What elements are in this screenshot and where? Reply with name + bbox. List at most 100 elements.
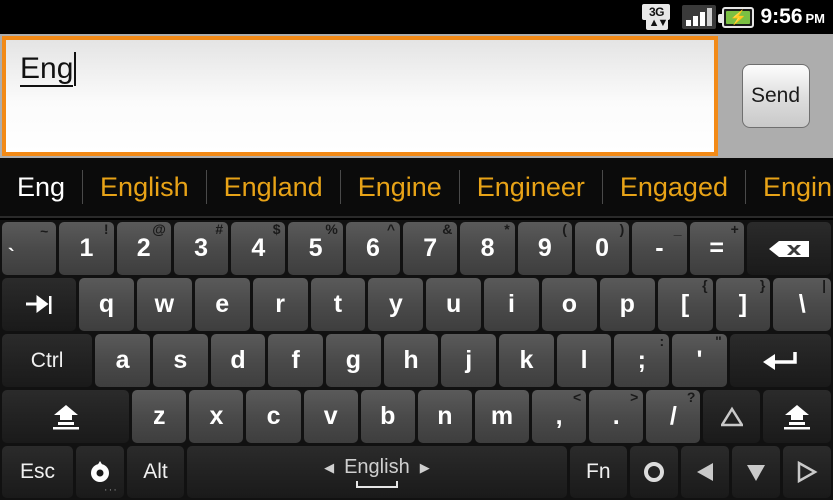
suggestion-item[interactable]: England — [207, 172, 340, 203]
key-bracket-right[interactable]: }] — [715, 277, 771, 331]
key-u[interactable]: u — [426, 278, 482, 331]
key-b[interactable]: b — [360, 390, 415, 443]
key-grave[interactable]: ~ ` — [2, 222, 57, 275]
key-arrow-up[interactable] — [703, 390, 761, 443]
key-8[interactable]: * 8 — [460, 222, 515, 275]
key-equals[interactable]: + = — [689, 222, 744, 275]
key-v[interactable]: v — [303, 390, 358, 443]
key-5-alt-label: % — [325, 221, 338, 237]
suggestion-item[interactable]: Engineer — [460, 172, 602, 203]
key-s[interactable]: s — [152, 334, 208, 387]
key-backslash[interactable]: | \ — [773, 278, 831, 331]
key-2[interactable]: @2 — [116, 222, 171, 275]
key-7[interactable]: & 7 — [403, 222, 458, 275]
key-slash-alt-label: ? — [686, 389, 696, 405]
key-l[interactable]: l — [556, 334, 612, 387]
key-0-alt-label: ) — [619, 221, 625, 237]
key-o-label: o — [561, 290, 577, 318]
key-m-label: m — [490, 402, 514, 430]
key-fn[interactable]: Fn — [569, 446, 627, 498]
key-0[interactable]: ) 0 — [574, 221, 630, 275]
key-9-alt-label: ( — [562, 221, 567, 237]
key-k[interactable]: k — [499, 334, 554, 387]
next-language-arrow-icon[interactable]: ▶ — [420, 460, 430, 476]
key-period[interactable]: >. — [589, 390, 644, 443]
key-e[interactable]: e — [194, 278, 250, 331]
key-arrow-right[interactable] — [782, 446, 832, 498]
key-i[interactable]: i — [484, 278, 539, 331]
key-r[interactable]: r — [252, 278, 308, 331]
key-n-label: n — [437, 402, 453, 430]
key-backspace[interactable] — [746, 222, 832, 275]
key-x[interactable]: x — [189, 390, 244, 443]
key-arrow-left[interactable] — [680, 446, 729, 498]
key-6[interactable]: ^ 6 — [345, 222, 401, 275]
key-enter[interactable] — [729, 334, 831, 387]
suggestion-item[interactable]: Engaged — [603, 172, 745, 203]
network-3g-icon: 3G ▲▼ — [642, 4, 676, 30]
key-4[interactable]: $4 — [231, 222, 286, 275]
key-h[interactable]: h — [383, 334, 439, 387]
suggestion-item[interactable]: Eng — [0, 172, 82, 203]
key-c[interactable]: c — [246, 390, 301, 443]
suggestion-item[interactable]: English — [83, 172, 206, 203]
key-5[interactable]: % 5 — [288, 221, 343, 275]
key-esc[interactable]: Esc — [2, 446, 73, 498]
key-p[interactable]: p — [599, 278, 655, 331]
key-slash[interactable]: ? / — [646, 389, 701, 443]
keyboard-row-qwerty: q w e r t y u i o p{[}] | \ — [2, 278, 831, 331]
prev-language-arrow-icon[interactable]: ◀ — [324, 460, 334, 476]
send-button[interactable]: Send — [741, 64, 810, 128]
key-space[interactable]: ◀ English ▶ — [187, 446, 567, 498]
key-o[interactable]: o — [541, 278, 597, 331]
key-tab[interactable] — [2, 278, 77, 331]
suggestion-item[interactable]: Engine — [341, 172, 459, 203]
key-9[interactable]: (9 — [517, 221, 572, 275]
key-alt[interactable]: Alt — [126, 446, 185, 498]
key-z[interactable]: z — [132, 390, 187, 443]
key-minus[interactable]: _ - — [632, 222, 687, 275]
key-bracket-right-alt-label: } — [759, 277, 766, 293]
key-f[interactable]: f — [268, 334, 323, 387]
key-a[interactable]: a — [95, 334, 150, 387]
keyboard[interactable]: ~ `! 1 @2 #3 $4% 5 ^ 6 & 7 * 8(9) 0 _ - + = q w e r t y u i o p{[}… — [0, 220, 833, 500]
key-m[interactable]: m — [474, 390, 530, 443]
key-apostrophe[interactable]: " ' — [672, 334, 727, 387]
key-shift-right[interactable] — [763, 390, 831, 443]
key-ctrl[interactable]: Ctrl — [2, 334, 93, 387]
key-8-label: 8 — [480, 234, 495, 262]
compose-bar: Eng Send — [0, 34, 833, 158]
key-9-label: 9 — [537, 234, 552, 262]
key-d[interactable]: d — [210, 334, 266, 387]
key-w[interactable]: w — [136, 278, 192, 331]
text-input-container[interactable]: Eng — [2, 36, 718, 156]
key-3-label: 3 — [194, 234, 208, 262]
key-ring[interactable] — [629, 446, 678, 498]
key-semicolon[interactable]: :; — [614, 334, 670, 387]
key-1-alt-label: ! — [103, 221, 109, 237]
key-shift-left[interactable] — [2, 390, 130, 443]
key-g[interactable]: g — [325, 334, 381, 387]
key-comma[interactable]: <, — [532, 390, 587, 443]
text-input-field[interactable]: Eng — [6, 40, 714, 152]
suggestion-item[interactable]: Engineers — [746, 172, 833, 203]
key-arrow-down[interactable] — [731, 446, 780, 498]
settings-menu-dots-icon: ··· — [103, 484, 118, 496]
key-t[interactable]: t — [310, 278, 366, 331]
key-j[interactable]: j — [441, 334, 497, 387]
key-settings[interactable]: ··· — [75, 446, 124, 498]
key-q-label: q — [98, 290, 115, 318]
key-1[interactable]: ! 1 — [59, 221, 114, 275]
key-a-label: a — [115, 346, 130, 374]
key-y[interactable]: y — [368, 278, 424, 331]
key-bracket-left[interactable]: {[ — [657, 278, 713, 331]
key-n[interactable]: n — [417, 390, 472, 443]
key-backslash-label: \ — [798, 290, 806, 318]
key-q[interactable]: q — [79, 278, 134, 331]
key-3[interactable]: #3 — [173, 222, 229, 275]
key-fn-label: Fn — [586, 460, 611, 483]
key-k-label: k — [519, 346, 534, 374]
keyboard-row-numbers: ~ `! 1 @2 #3 $4% 5 ^ 6 & 7 * 8(9) 0 _ - + = — [2, 221, 832, 275]
keyboard-row-bottom: z x c v b n m <, >.? / — [2, 390, 831, 443]
suggestion-strip[interactable]: Eng English England Engine Engineer Engaged En… — [0, 158, 833, 218]
